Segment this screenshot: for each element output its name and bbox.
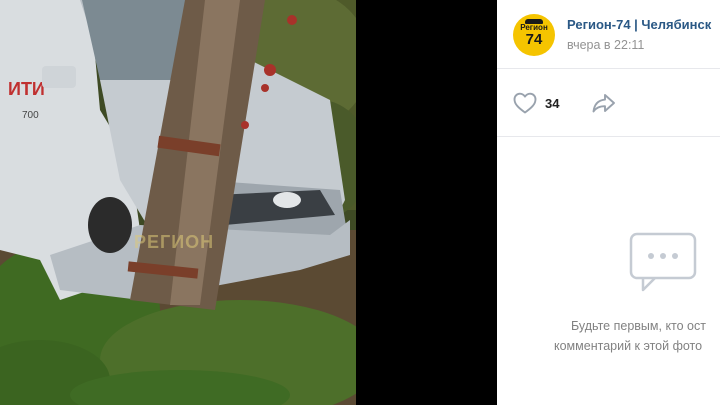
post-photo[interactable]: ИТИ 700 РЕГИОН [0,0,356,405]
svg-text:700: 700 [22,110,39,121]
post-info-panel: Регион 74 Регион-74 | Челябинск вчера в … [497,0,720,405]
like-count: 34 [545,95,560,111]
share-button[interactable] [591,91,617,115]
crash-photo-illustration: ИТИ 700 [0,0,356,405]
like-button[interactable]: 34 [513,91,559,115]
post-actions: 34 [497,69,720,137]
avatar-line2: 74 [525,31,543,48]
share-arrow-icon [592,94,615,113]
post-header: Регион 74 Регион-74 | Челябинск вчера в … [497,0,720,69]
group-avatar[interactable]: Регион 74 [513,14,555,56]
photo-watermark: РЕГИОН [134,232,215,252]
empty-comments-line1: Будьте первым, кто ост [571,319,706,333]
empty-comments-line2: комментарий к этой фото [554,339,703,353]
group-name-link[interactable]: Регион-74 | Челябинск [567,17,711,32]
photo-viewer: ИТИ 700 РЕГИОН [0,0,497,405]
post-time[interactable]: вчера в 22:11 [567,38,644,52]
comments-section: Будьте первым, кто ост комментарий к это… [497,137,720,405]
svg-text:ИТИ: ИТИ [8,79,45,99]
comment-bubble-icon [629,232,697,292]
heart-icon [513,92,537,114]
